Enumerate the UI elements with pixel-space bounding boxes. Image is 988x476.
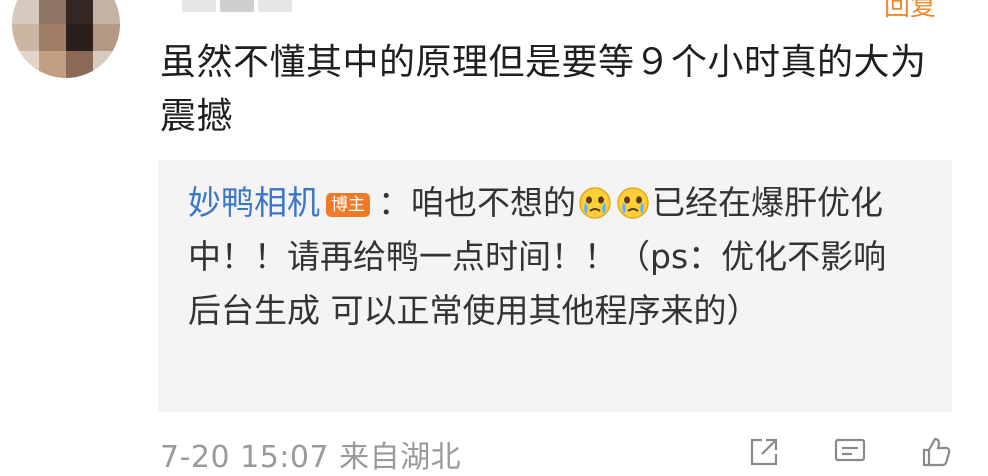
blogger-badge: 博主 — [326, 193, 370, 217]
reply-text-start: ：咱也不想的 — [378, 183, 576, 222]
comment-actions — [746, 434, 954, 470]
author-name-redacted[interactable] — [182, 0, 292, 12]
crying-face-emoji — [616, 182, 650, 219]
crying-face-emoji — [578, 182, 612, 219]
reply-box[interactable]: 妙鸭相机 博主 ：咱也不想的 已经在爆肝优化中！！请再给鸭一点时间！！（ps：优化不影… — [158, 160, 952, 412]
comment-meta: 7-20 15:07 来自湖北 — [160, 440, 462, 475]
avatar[interactable] — [12, 0, 120, 78]
share-icon[interactable] — [746, 434, 782, 470]
reply-content: 妙鸭相机 博主 ：咱也不想的 已经在爆肝优化中！！请再给鸭一点时间！！（ps：优化不影… — [188, 176, 918, 338]
like-icon[interactable] — [918, 434, 954, 470]
reply-author-link[interactable]: 妙鸭相机 — [188, 183, 320, 222]
comment-text: 虽然不懂其中的原理但是要等９个小时真的大为震撼 — [160, 42, 927, 137]
comment-icon[interactable] — [832, 434, 868, 470]
reply-action-link[interactable]: 回复 — [884, 0, 936, 23]
